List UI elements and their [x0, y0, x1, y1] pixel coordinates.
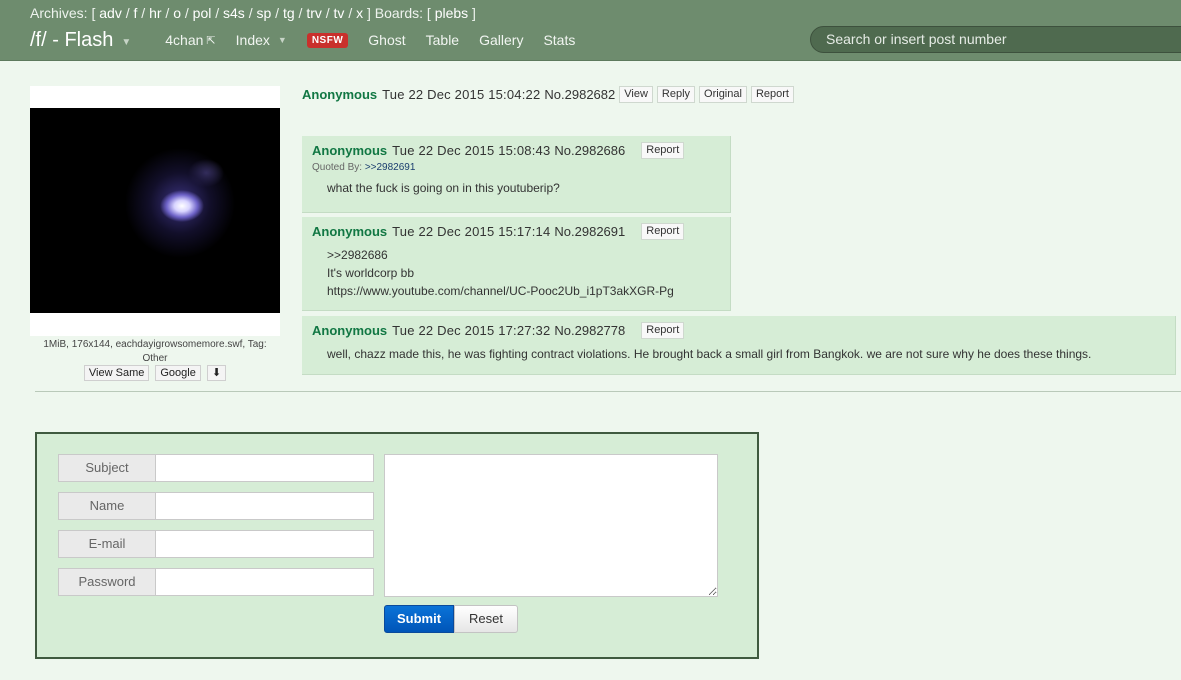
- reply-header: Anonymous Tue 22 Dec 2015 15:08:43 No.29…: [312, 142, 720, 159]
- quoted-by-link[interactable]: >>2982691: [365, 162, 416, 173]
- search-input[interactable]: Search or insert post number: [810, 26, 1181, 53]
- nav-link-4chan-label: 4chan: [165, 32, 204, 48]
- password-field[interactable]: [155, 568, 374, 596]
- submit-button[interactable]: Submit: [384, 605, 454, 633]
- thumbnail-actions: View Same Google ⬇: [30, 365, 280, 381]
- reply-post-number[interactable]: No.2982686: [554, 143, 625, 158]
- divider: [35, 391, 1181, 392]
- nav-link-ghost[interactable]: Ghost: [368, 32, 405, 48]
- report-button[interactable]: Report: [641, 142, 685, 159]
- archive-link-pol[interactable]: pol: [193, 5, 212, 21]
- file-info: 1MiB, 176x144, eachdayigrowsomemore.swf,…: [43, 339, 267, 364]
- archive-link-s4s[interactable]: s4s: [223, 5, 245, 21]
- subject-row: Subject: [58, 454, 374, 482]
- nav-link-stats[interactable]: Stats: [543, 32, 575, 48]
- comment-textarea[interactable]: [384, 454, 718, 597]
- top-bar: Archives: [ adv / f / hr / o / pol / s4s…: [0, 0, 1181, 61]
- quoted-by-label: Quoted By:: [312, 162, 363, 173]
- search-placeholder: Search or insert post number: [826, 31, 1007, 47]
- reply-line: well, chazz made this, he was fighting c…: [327, 347, 1092, 361]
- reply-author: Anonymous: [312, 224, 388, 239]
- thumbnail-image[interactable]: [30, 108, 280, 313]
- op-date: Tue 22 Dec 2015 15:04:22: [382, 87, 541, 102]
- subject-label: Subject: [58, 454, 155, 482]
- reply-header: Anonymous Tue 22 Dec 2015 15:17:14 No.29…: [312, 223, 720, 240]
- reset-button[interactable]: Reset: [454, 605, 518, 633]
- nav-link-gallery[interactable]: Gallery: [479, 32, 523, 48]
- view-button[interactable]: View: [619, 86, 653, 103]
- boards-label: Boards:: [374, 5, 424, 21]
- email-label: E-mail: [58, 530, 155, 558]
- reply-text: well, chazz made this, he was fighting c…: [327, 345, 1165, 363]
- archive-link-adv[interactable]: adv: [99, 5, 122, 21]
- board-dropdown-caret-icon[interactable]: ▼: [121, 37, 131, 48]
- reply-line: what the fuck is going on in this youtub…: [327, 181, 560, 195]
- name-field[interactable]: [155, 492, 374, 520]
- quote-link[interactable]: >>2982686: [327, 246, 720, 264]
- archive-link-x[interactable]: x: [356, 5, 363, 21]
- reply-line: It's worldcorp bb: [327, 266, 414, 280]
- reply-date: Tue 22 Dec 2015 17:27:32: [392, 323, 551, 338]
- nsfw-badge: NSFW: [306, 32, 349, 48]
- reply-date: Tue 22 Dec 2015 15:08:43: [392, 143, 551, 158]
- reply-header: Anonymous Tue 22 Dec 2015 17:27:32 No.29…: [312, 322, 1165, 339]
- board-title[interactable]: /f/ - Flash: [30, 29, 113, 52]
- quoted-by: Quoted By: >>2982691: [312, 162, 720, 173]
- nav-link-4chan[interactable]: 4chan ⇱: [165, 32, 215, 48]
- youtube-link[interactable]: https://www.youtube.com/channel/UC-Pooc2…: [327, 282, 720, 300]
- archive-link-f[interactable]: f: [134, 5, 138, 21]
- google-button[interactable]: Google: [155, 365, 201, 381]
- op-report-button[interactable]: Report: [750, 86, 794, 103]
- password-row: Password: [58, 568, 374, 596]
- nav-link-index[interactable]: Index ▼: [236, 32, 287, 48]
- reply-post: Anonymous Tue 22 Dec 2015 17:27:32 No.29…: [302, 316, 1176, 375]
- nav-link-table[interactable]: Table: [426, 32, 459, 48]
- op-post-number[interactable]: No.2982682: [544, 87, 615, 102]
- reply-post: Anonymous Tue 22 Dec 2015 15:17:14 No.29…: [302, 217, 731, 311]
- reply-text: what the fuck is going on in this youtub…: [327, 179, 720, 197]
- original-button[interactable]: Original: [699, 86, 747, 103]
- reply-date: Tue 22 Dec 2015 15:17:14: [392, 224, 551, 239]
- board-link-plebs[interactable]: plebs: [435, 5, 468, 21]
- reply-author: Anonymous: [312, 323, 388, 338]
- report-button[interactable]: Report: [641, 322, 685, 339]
- name-row: Name: [58, 492, 374, 520]
- archives-bar: Archives: [ adv / f / hr / o / pol / s4s…: [30, 5, 476, 21]
- subject-field[interactable]: [155, 454, 374, 482]
- op-thumbnail[interactable]: [30, 86, 280, 336]
- reply-text: >>2982686 It's worldcorp bb https://www.…: [327, 246, 720, 300]
- report-button[interactable]: Report: [641, 223, 685, 240]
- archive-link-trv[interactable]: trv: [306, 5, 322, 21]
- email-field[interactable]: [155, 530, 374, 558]
- password-label: Password: [58, 568, 155, 596]
- archives-label: Archives:: [30, 5, 88, 21]
- reply-post-number[interactable]: No.2982778: [554, 323, 625, 338]
- name-label: Name: [58, 492, 155, 520]
- download-icon[interactable]: ⬇: [206, 365, 227, 381]
- archive-link-sp[interactable]: sp: [256, 5, 271, 21]
- reply-button[interactable]: Reply: [656, 86, 696, 103]
- archive-link-tv[interactable]: tv: [334, 5, 345, 21]
- nav-link-index-label: Index: [235, 32, 270, 48]
- archive-link-tg[interactable]: tg: [283, 5, 295, 21]
- reply-post-number[interactable]: No.2982691: [554, 224, 625, 239]
- reply-post: Anonymous Tue 22 Dec 2015 15:08:43 No.29…: [302, 136, 731, 213]
- chevron-down-icon: ▼: [277, 35, 287, 45]
- archive-link-hr[interactable]: hr: [149, 5, 161, 21]
- email-row: E-mail: [58, 530, 374, 558]
- main-nav: /f/ - Flash ▼ 4chan ⇱ Index ▼ NSFW Ghost…: [30, 27, 595, 53]
- external-link-icon: ⇱: [206, 34, 216, 47]
- reply-form: Subject Name E-mail Password Submit Rese…: [35, 432, 759, 659]
- view-same-button[interactable]: View Same: [83, 365, 150, 381]
- op-post-header: Anonymous Tue 22 Dec 2015 15:04:22 No.29…: [302, 86, 794, 103]
- reply-author: Anonymous: [312, 143, 388, 158]
- op-author: Anonymous: [302, 87, 378, 102]
- archive-link-o[interactable]: o: [173, 5, 181, 21]
